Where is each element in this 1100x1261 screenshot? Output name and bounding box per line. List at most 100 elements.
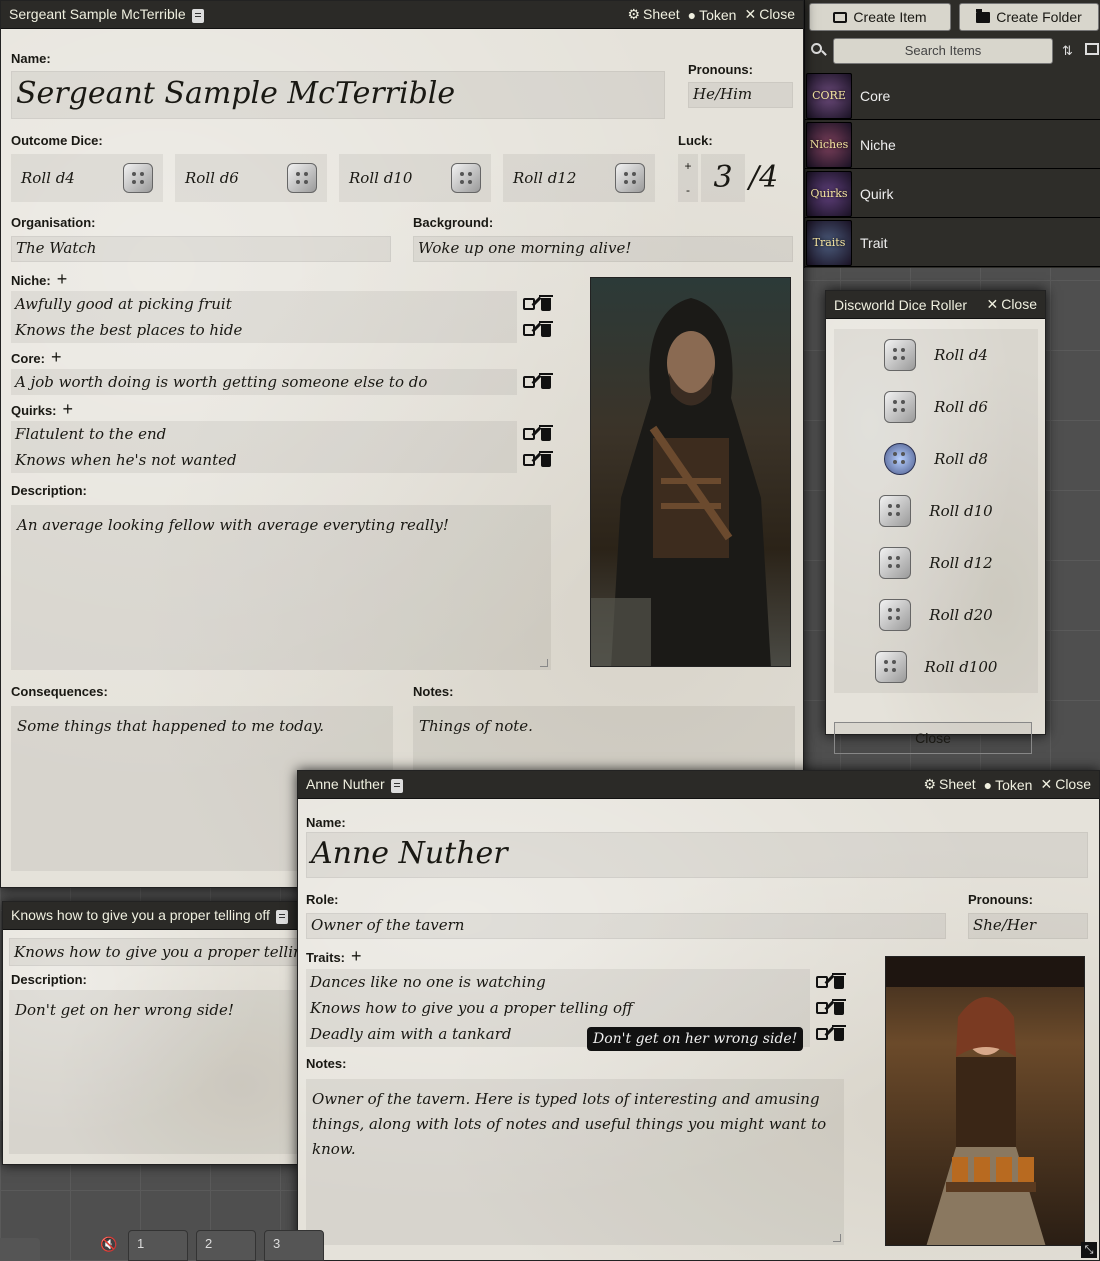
description-textarea[interactable]: An average looking fellow with average e… [11,505,551,670]
dice-roller-close-link[interactable]: ✕ Close [986,296,1037,313]
dice-icon [879,495,912,527]
journal-icon[interactable] [191,8,204,23]
npc-role-input[interactable]: Owner of the tavern [306,913,946,939]
npc-sheet-title: Anne Nuther [306,776,385,793]
quirk-text[interactable]: Flatulent to the end [11,421,517,447]
tavern-keeper-image [886,957,1084,1245]
trash-icon[interactable] [539,450,553,467]
dice-roll-list: Roll d4 Roll d6 Roll d8 Roll d10 Roll d12 Rol… [834,329,1038,693]
sidebar-item-label: Quirk [860,185,894,202]
hotbar-slot[interactable]: 3 [264,1230,324,1261]
npc-pronouns-input[interactable]: She/Her [968,913,1088,939]
trash-icon[interactable] [832,972,846,989]
item-name-input[interactable]: Knows how to give you a proper telling o… [9,938,309,966]
niche-row: Knows the best places to hide [11,317,553,343]
hotbar-slot[interactable]: 1 [128,1230,188,1261]
token-button[interactable]: ● Token [688,7,737,23]
create-item-button[interactable]: Create Item [809,3,951,31]
dice-roller-roll-d8[interactable]: Roll d8 [834,433,1038,485]
npc-role-label: Role: [306,892,339,907]
outcome-roll-d6-button[interactable]: Roll d6 [175,154,327,202]
sort-icon[interactable]: ⇅ [1062,43,1073,59]
niche-text[interactable]: Awfully good at picking fruit [11,291,517,317]
edit-icon[interactable] [816,1028,828,1040]
organisation-label: Organisation: [11,215,96,230]
search-icon [811,43,822,54]
sidebar-item-trait[interactable]: Traits Trait [805,219,1100,267]
dice-label: Roll d4 [21,169,75,187]
trash-icon[interactable] [539,372,553,389]
name-input[interactable]: Sergeant Sample McTerrible [11,71,665,119]
edit-icon[interactable] [523,324,535,336]
dice-roller-roll-d20[interactable]: Roll d20 [834,589,1038,641]
edit-icon[interactable] [523,376,535,388]
items-sidebar: Create Item Create Folder Search Items ⇅… [804,0,1100,268]
trash-icon[interactable] [539,320,553,337]
edit-icon[interactable] [816,976,828,988]
npc-portrait[interactable] [885,956,1085,1246]
edit-icon[interactable] [523,428,535,440]
dice-roller-close-button[interactable]: Close [834,722,1032,754]
add-niche-button[interactable]: + [57,269,68,289]
edit-icon[interactable] [816,1002,828,1014]
outcome-roll-d4-button[interactable]: Roll d4 [11,154,163,202]
luck-decrement-button[interactable]: - [678,178,698,202]
dice-icon [884,339,917,371]
dice-icon [874,651,907,683]
item-description-textarea[interactable]: Don't get on her wrong side! [9,990,309,1154]
pronouns-input[interactable]: He/Him [688,82,793,108]
hotbar-slot[interactable]: 2 [196,1230,256,1261]
dice-icon [879,599,912,631]
organisation-input[interactable]: The Watch [11,236,391,262]
trait-text[interactable]: Dances like no one is watching [306,969,810,995]
edit-icon[interactable] [523,298,535,310]
sheet-button[interactable]: ⚙ Sheet [627,6,679,23]
edit-icon[interactable] [523,454,535,466]
sidebar-item-quirk[interactable]: Quirks Quirk [805,170,1100,218]
hotbar-controls[interactable] [0,1238,40,1261]
hooded-figure-image [591,298,771,666]
volume-icon[interactable]: 🔇 [100,1236,117,1253]
background-input[interactable]: Woke up one morning alive! [413,236,793,262]
luck-value-input[interactable]: 3 [701,154,745,202]
trash-icon[interactable] [539,424,553,441]
close-button[interactable]: ✕ Close [1040,776,1091,793]
item-window-title: Knows how to give you a proper telling o… [11,907,270,924]
sidebar-item-core[interactable]: CORE Core [805,72,1100,120]
dice-icon [884,443,917,475]
window-resize-handle[interactable]: ⤡ [1081,1242,1097,1258]
dice-roller-roll-d10[interactable]: Roll d10 [834,485,1038,537]
trait-row: Knows how to give you a proper telling o… [306,995,846,1021]
npc-notes-textarea[interactable]: Owner of the tavern. Here is typed lots … [306,1079,844,1245]
dice-roller-roll-d12[interactable]: Roll d12 [834,537,1038,589]
outcome-roll-d12-button[interactable]: Roll d12 [503,154,655,202]
token-button[interactable]: ● Token [984,777,1033,793]
collapse-folders-icon[interactable] [1085,43,1099,55]
trait-text[interactable]: Knows how to give you a proper telling o… [306,995,810,1021]
luck-increment-button[interactable]: + [678,154,698,178]
dice-roll-label: Roll d12 [929,554,993,572]
add-quirk-button[interactable]: + [63,399,74,419]
trash-icon[interactable] [832,1024,846,1041]
create-folder-button[interactable]: Create Folder [959,3,1099,31]
niche-text[interactable]: Knows the best places to hide [11,317,517,343]
dice-roller-roll-d4[interactable]: Roll d4 [834,329,1038,381]
search-input[interactable]: Search Items [833,38,1053,64]
trash-icon[interactable] [832,998,846,1015]
journal-icon[interactable] [275,909,288,924]
sheet-button[interactable]: ⚙ Sheet [923,776,975,793]
journal-icon[interactable] [390,778,403,793]
outcome-roll-d10-button[interactable]: Roll d10 [339,154,491,202]
dice-roller-roll-d6[interactable]: Roll d6 [834,381,1038,433]
trash-icon[interactable] [539,294,553,311]
add-core-button[interactable]: + [51,347,62,367]
npc-traits-label: Traits: + [306,946,362,966]
quirk-text[interactable]: Knows when he's not wanted [11,447,517,473]
npc-name-input[interactable]: Anne Nuther [306,832,1088,878]
sidebar-item-niche[interactable]: Niches Niche [805,121,1100,169]
character-portrait[interactable] [590,277,791,667]
core-text[interactable]: A job worth doing is worth getting someo… [11,369,517,395]
dice-roller-roll-d100[interactable]: Roll d100 [834,641,1038,693]
close-button[interactable]: ✕ Close [744,6,795,23]
add-trait-button[interactable]: + [351,946,362,966]
